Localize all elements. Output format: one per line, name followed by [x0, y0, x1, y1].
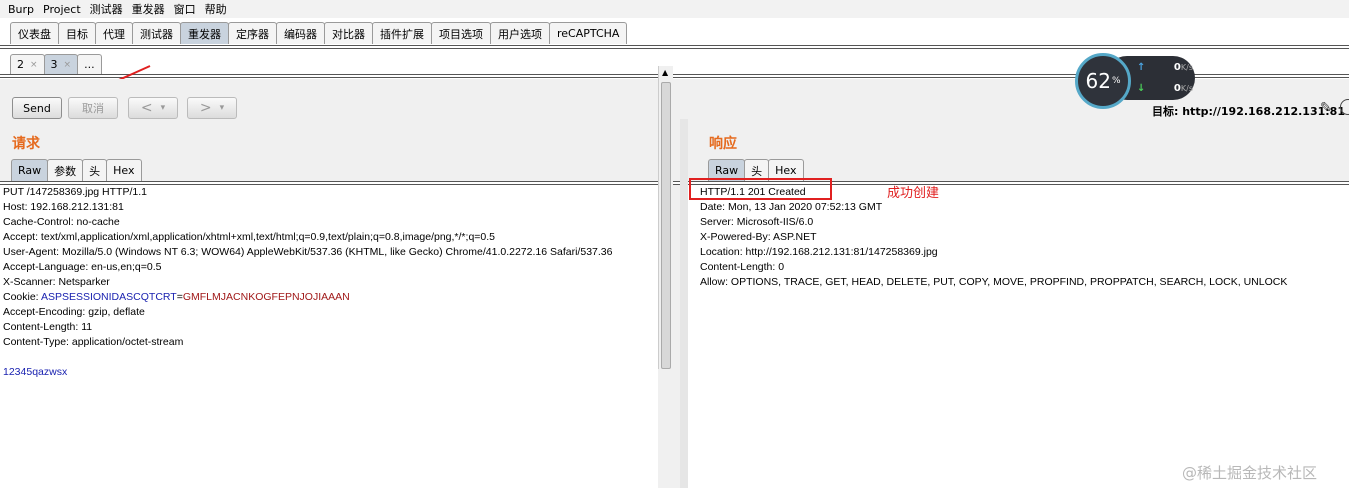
cookie-value: GMFLMJACNKOGFEPNJOJIAAAN [182, 291, 350, 303]
request-editor[interactable]: PUT /147258369.jpg HTTP/1.1 Host: 192.16… [0, 185, 658, 488]
menu-intruder[interactable]: 测试器 [90, 1, 123, 17]
scroll-thumb[interactable] [661, 82, 671, 369]
tab-sequencer[interactable]: 定序器 [228, 22, 277, 44]
request-line: Accept: text/xml,application/xml,applica… [3, 231, 496, 243]
watermark: @稀土掘金技术社区 [1182, 464, 1318, 482]
response-line: Date: Mon, 13 Jan 2020 07:52:13 GMT [700, 201, 883, 213]
menu-window[interactable]: 窗口 [174, 1, 196, 17]
request-line: Host: 192.168.212.131:81 [3, 201, 124, 213]
request-blank-line [0, 350, 658, 365]
download-row: ↓ 0K/s [1137, 83, 1193, 94]
request-tab-params[interactable]: 参数 [47, 159, 84, 181]
menu-project[interactable]: Project [43, 3, 81, 16]
response-line: Location: http://192.168.212.131:81/1472… [700, 246, 938, 258]
tab-intruder[interactable]: 测试器 [132, 22, 181, 44]
menu-help[interactable]: 帮助 [205, 1, 227, 17]
request-body: 12345qazwsx [3, 366, 68, 378]
main-tab-divider [0, 45, 1349, 49]
scroll-up-icon[interactable]: ▲ [662, 68, 668, 77]
request-title: 请求 [12, 136, 40, 152]
tab-extender[interactable]: 插件扩展 [372, 22, 432, 44]
cancel-button[interactable]: 取消 [68, 97, 118, 119]
request-scrollbar[interactable]: ▲ [658, 66, 673, 369]
request-tab-hex[interactable]: Hex [106, 159, 142, 181]
upload-arrow-icon: ↑ [1137, 62, 1146, 73]
response-line: Content-Length: 0 [700, 261, 785, 273]
cookie-prefix: Cookie: [3, 291, 41, 303]
request-line: Content-Length: 11 [3, 321, 93, 333]
gauge-percent: 62 [1085, 69, 1111, 93]
request-tab-headers[interactable]: 头 [82, 159, 108, 181]
network-speed-widget: 62% ↑ 0K/s ↓ 0K/s [1075, 53, 1195, 109]
back-arrow-icon: < [140, 100, 153, 116]
request-line: X-Scanner: Netsparker [3, 276, 110, 288]
response-editor[interactable]: HTTP/1.1 201 Created Date: Mon, 13 Jan 2… [688, 185, 1349, 488]
edit-pencil-icon[interactable]: ✎ [1320, 100, 1332, 116]
tab-repeater[interactable]: 重发器 [180, 22, 229, 44]
repeater-tab-label: 2 [17, 58, 24, 71]
response-pane: 响应 Raw 头 Hex HTTP/1.1 201 Created Date: … [688, 119, 1349, 488]
speed-unit: K/s [1180, 84, 1193, 93]
tab-target[interactable]: 目标 [58, 22, 96, 44]
request-line: User-Agent: Mozilla/5.0 (Windows NT 6.3;… [3, 246, 613, 258]
speed-unit: K/s [1180, 63, 1193, 72]
cookie-name: ASPSESSIONIDASCQTCRT [40, 291, 177, 303]
tab-project-options[interactable]: 项目选项 [431, 22, 491, 44]
tab-comparer[interactable]: 对比器 [324, 22, 373, 44]
response-title: 响应 [709, 136, 737, 152]
request-cookie-line: Cookie: ASPSESSIONIDASCQTCRT=GMFLMJACNKO… [0, 290, 658, 305]
annotation-text: 成功创建 [887, 186, 940, 201]
help-icon[interactable] [1340, 99, 1349, 115]
menu-burp[interactable]: Burp [8, 3, 34, 16]
request-line: Content-Type: application/octet-stream [3, 336, 184, 348]
tab-user-options[interactable]: 用户选项 [490, 22, 550, 44]
menu-repeater[interactable]: 重发器 [132, 1, 165, 17]
request-tab-raw[interactable]: Raw [11, 159, 49, 181]
request-tab-bar: Raw 参数 头 Hex [11, 159, 142, 181]
gauge-percent-sign: % [1111, 76, 1121, 86]
forward-button[interactable]: > ▾ [187, 97, 237, 119]
forward-arrow-icon: > [199, 100, 212, 116]
annotation-highlight-box [689, 178, 832, 200]
chevron-down-icon: ▾ [160, 103, 166, 113]
response-line: X-Powered-By: ASP.NET [700, 231, 817, 243]
close-icon[interactable]: × [30, 60, 38, 70]
main-tab-bar: 仪表盘 目标 代理 测试器 重发器 定序器 编码器 对比器 插件扩展 项目选项 … [0, 22, 1349, 46]
tab-dashboard[interactable]: 仪表盘 [10, 22, 59, 44]
tab-recaptcha[interactable]: reCAPTCHA [549, 22, 628, 44]
send-button[interactable]: Send [12, 97, 62, 119]
cpu-gauge: 62% [1075, 53, 1131, 109]
menubar: Burp Project 测试器 重发器 窗口 帮助 [0, 0, 1349, 18]
download-arrow-icon: ↓ [1137, 83, 1146, 94]
upload-row: ↑ 0K/s [1137, 62, 1193, 73]
request-line: Cache-Control: no-cache [3, 216, 120, 228]
split-pane-divider[interactable] [680, 119, 688, 488]
request-pane: 请求 Raw 参数 头 Hex PUT /147258369.jpg HTTP/… [0, 119, 680, 488]
response-line: Server: Microsoft-IIS/6.0 [700, 216, 814, 228]
response-line: Allow: OPTIONS, TRACE, GET, HEAD, DELETE… [700, 276, 1288, 288]
tab-proxy[interactable]: 代理 [95, 22, 133, 44]
tab-decoder[interactable]: 编码器 [276, 22, 325, 44]
request-line: Accept-Encoding: gzip, deflate [3, 306, 145, 318]
back-button[interactable]: < ▾ [128, 97, 178, 119]
request-line: PUT /147258369.jpg HTTP/1.1 [3, 186, 147, 198]
download-speed: 0 [1173, 83, 1181, 94]
upload-speed: 0 [1173, 62, 1181, 73]
chevron-down-icon: ▾ [219, 103, 225, 113]
request-line: Accept-Language: en-us,en;q=0.5 [3, 261, 162, 273]
